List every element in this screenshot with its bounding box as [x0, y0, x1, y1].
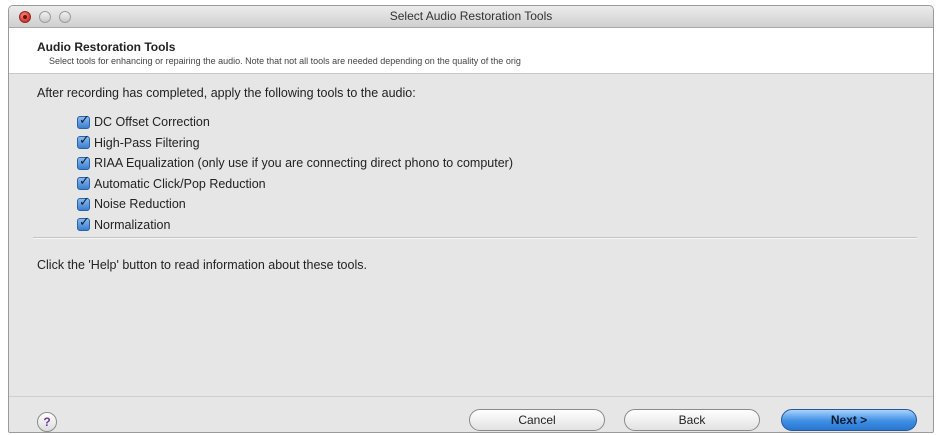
cancel-button[interactable]: Cancel	[469, 409, 605, 431]
checkmark-icon: ✓	[79, 173, 90, 189]
normalization-checkbox[interactable]: ✓	[77, 214, 90, 232]
tool-label: High-Pass Filtering	[94, 135, 200, 150]
tool-item-high-pass[interactable]: ✓ High-Pass Filtering	[77, 133, 513, 154]
checkmark-icon: ✓	[79, 152, 90, 168]
tool-item-noise-reduction[interactable]: ✓ Noise Reduction	[77, 194, 513, 215]
tool-item-normalization[interactable]: ✓ Normalization	[77, 215, 513, 236]
tool-item-riaa[interactable]: ✓ RIAA Equalization (only use if you are…	[77, 153, 513, 174]
high-pass-checkbox[interactable]: ✓	[77, 132, 90, 150]
tool-item-click-pop[interactable]: ✓ Automatic Click/Pop Reduction	[77, 174, 513, 195]
section-divider	[33, 237, 917, 239]
help-hint-text: Click the 'Help' button to read informat…	[37, 258, 367, 272]
tool-label: Normalization	[94, 217, 171, 232]
noise-reduction-checkbox[interactable]: ✓	[77, 193, 90, 211]
header-subtitle: Select tools for enhancing or repairing …	[49, 56, 521, 66]
tool-label: Automatic Click/Pop Reduction	[94, 176, 266, 191]
checkmark-icon: ✓	[79, 214, 90, 230]
tool-checkbox-list: ✓ DC Offset Correction ✓ High-Pass Filte…	[77, 112, 513, 235]
title-bar: Select Audio Restoration Tools	[9, 6, 933, 28]
click-pop-checkbox[interactable]: ✓	[77, 173, 90, 191]
checkmark-icon: ✓	[79, 111, 90, 127]
tool-label: RIAA Equalization (only use if you are c…	[94, 156, 513, 171]
dialog-window: Select Audio Restoration Tools Audio Res…	[8, 5, 934, 433]
next-button[interactable]: Next >	[781, 409, 917, 431]
checkmark-icon: ✓	[79, 132, 90, 148]
back-button[interactable]: Back	[624, 409, 760, 431]
dc-offset-checkbox[interactable]: ✓	[77, 111, 90, 129]
tool-item-dc-offset[interactable]: ✓ DC Offset Correction	[77, 112, 513, 133]
help-button[interactable]: ?	[37, 412, 57, 432]
dialog-header: Audio Restoration Tools Select tools for…	[9, 28, 933, 74]
checkmark-icon: ✓	[79, 193, 90, 209]
tool-label: DC Offset Correction	[94, 115, 210, 130]
instruction-text: After recording has completed, apply the…	[37, 86, 416, 100]
window-title: Select Audio Restoration Tools	[389, 9, 553, 23]
footer-divider	[9, 396, 933, 397]
header-title: Audio Restoration Tools	[37, 40, 176, 54]
riaa-checkbox[interactable]: ✓	[77, 152, 90, 170]
tool-label: Noise Reduction	[94, 197, 186, 212]
